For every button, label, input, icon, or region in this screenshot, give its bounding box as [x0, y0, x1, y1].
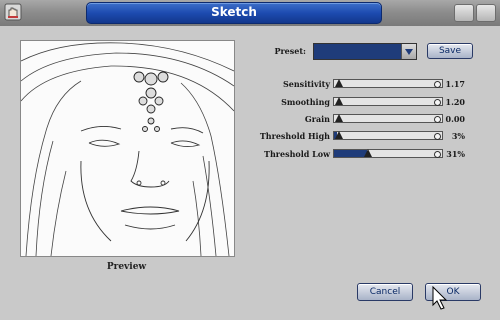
slider-end-cap — [434, 99, 441, 106]
title-bar[interactable]: Sketch — [0, 0, 500, 26]
grain-label: Grain — [304, 114, 330, 124]
smoothing-slider[interactable] — [333, 97, 443, 106]
preset-dropdown[interactable] — [313, 43, 417, 60]
save-button[interactable]: Save — [427, 43, 473, 59]
window-title: Sketch — [211, 5, 257, 19]
sensitivity-value: 1.17 — [445, 79, 465, 89]
threshold-low-label: Threshold Low — [264, 149, 330, 159]
slider-end-cap — [434, 81, 441, 88]
preview-image — [20, 40, 235, 257]
slider-thumb[interactable] — [335, 79, 343, 87]
preview-label: Preview — [106, 262, 147, 272]
slider-end-cap — [434, 116, 441, 123]
smoothing-label: Smoothing — [281, 97, 330, 107]
sensitivity-slider[interactable] — [333, 79, 443, 88]
slider-end-cap — [434, 151, 441, 158]
sketch-dialog: Sketch Preview Preset: Save Sensitivity … — [0, 0, 500, 320]
slider-fill — [334, 150, 367, 157]
grain-value: 0.00 — [445, 114, 465, 124]
preset-label: Preset: — [274, 46, 306, 56]
title-pill: Sketch — [86, 2, 382, 24]
mouse-pointer-icon — [432, 286, 448, 310]
cancel-button[interactable]: Cancel — [357, 283, 413, 301]
slider-thumb[interactable] — [335, 97, 343, 105]
slider-thumb[interactable] — [335, 131, 343, 139]
app-hand-icon[interactable] — [4, 3, 22, 21]
grain-slider[interactable] — [333, 114, 443, 123]
close-button[interactable] — [476, 4, 496, 22]
slider-end-cap — [434, 133, 441, 140]
threshold-high-value: 3% — [451, 131, 465, 141]
sensitivity-label: Sensitivity — [283, 79, 330, 89]
sketch-face-image — [21, 41, 234, 256]
slider-thumb[interactable] — [335, 114, 343, 122]
threshold-low-value: 31% — [446, 149, 465, 159]
smoothing-value: 1.20 — [445, 97, 465, 107]
threshold-high-slider[interactable] — [333, 131, 443, 140]
threshold-low-slider[interactable] — [333, 149, 443, 158]
chevron-down-icon[interactable] — [401, 44, 416, 59]
slider-thumb[interactable] — [364, 149, 372, 157]
threshold-high-label: Threshold High — [259, 131, 330, 141]
minimize-button[interactable] — [454, 4, 474, 22]
